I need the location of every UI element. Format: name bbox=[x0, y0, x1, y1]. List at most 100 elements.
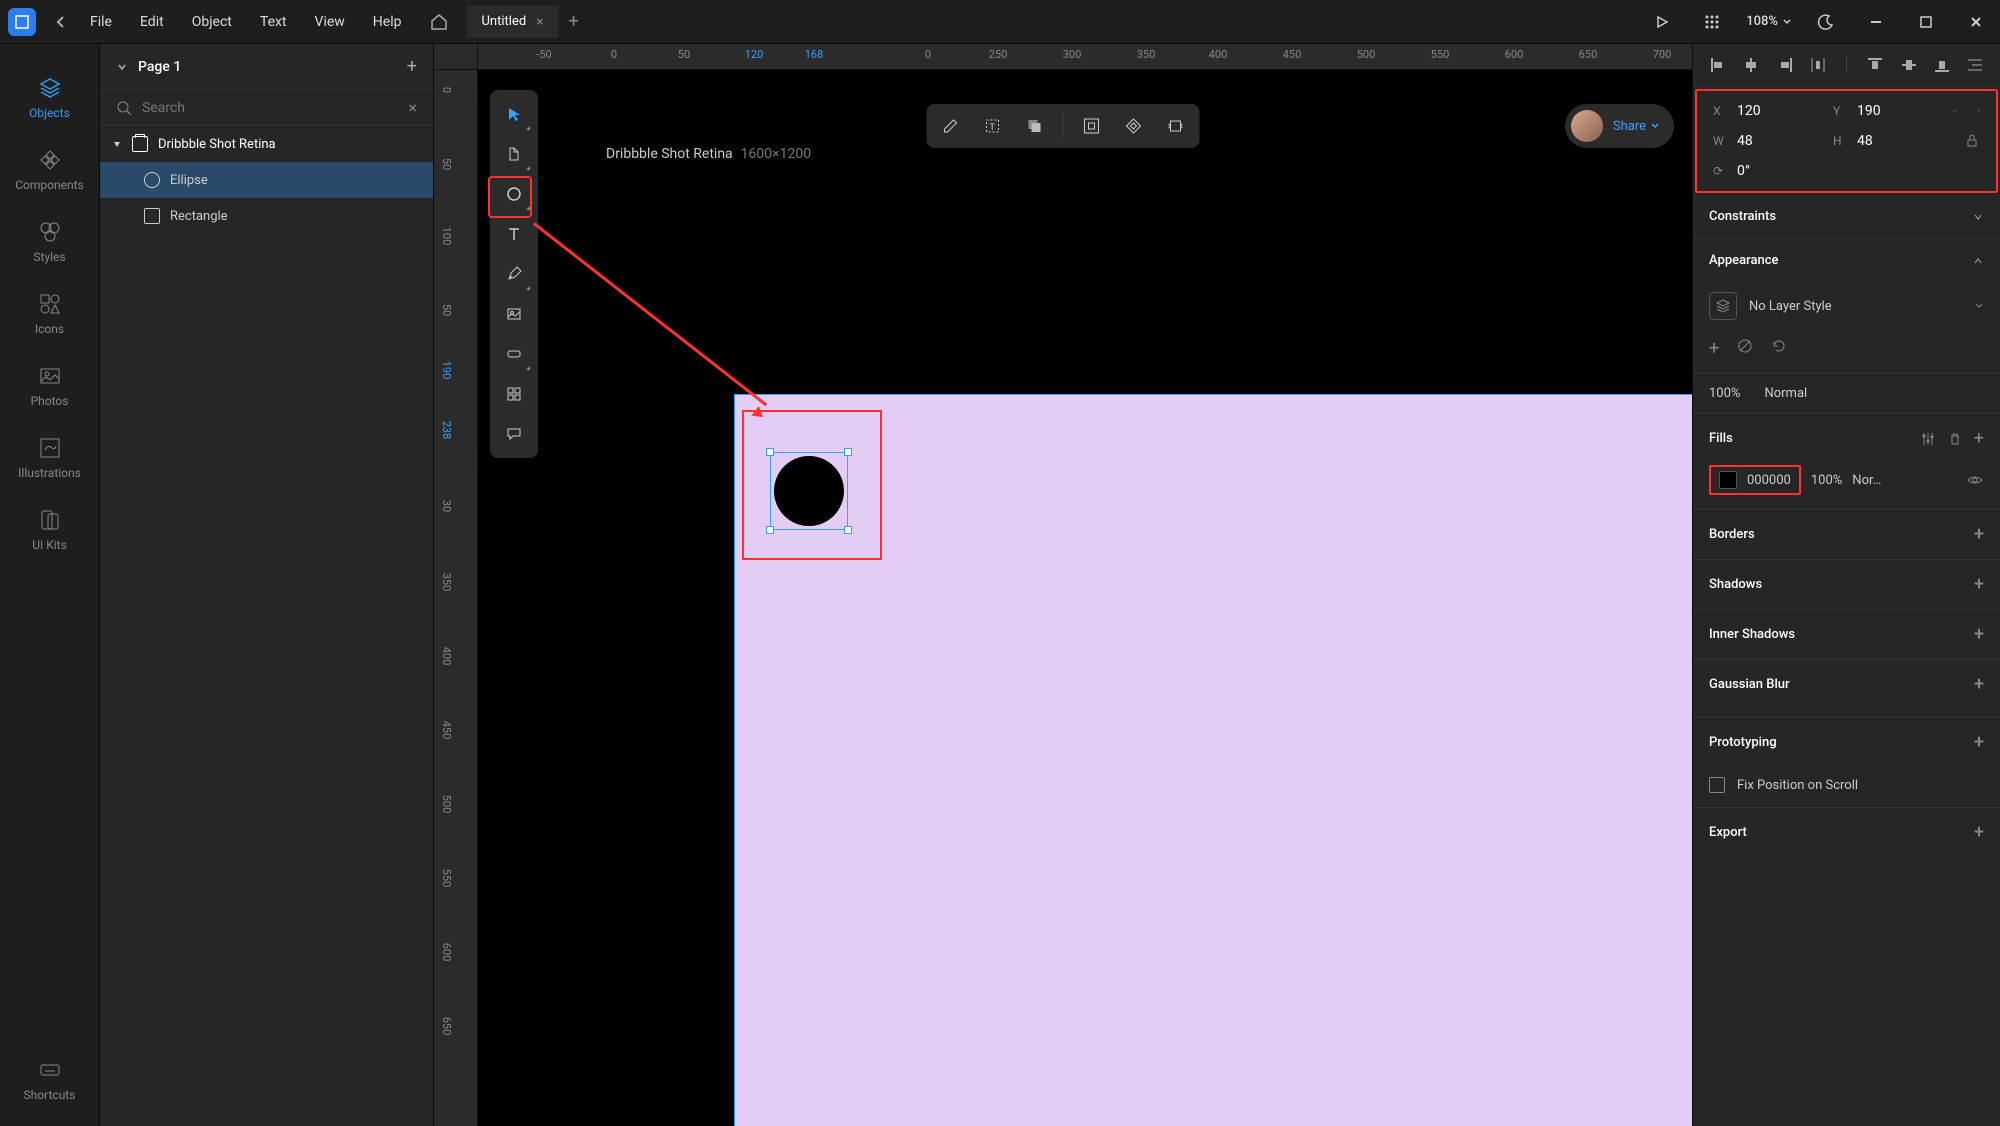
chevron-down-icon bbox=[1782, 18, 1792, 26]
sidebar-item-illustrations[interactable]: Illustrations bbox=[0, 422, 99, 494]
align-right-icon[interactable] bbox=[1776, 56, 1794, 74]
home-icon[interactable] bbox=[423, 6, 455, 38]
layer-ellipse[interactable]: Ellipse bbox=[100, 162, 433, 198]
canvas-viewport[interactable]: Dribbble Shot Retina 1600×1200 bbox=[478, 70, 1692, 1126]
fill-settings-icon[interactable] bbox=[1920, 431, 1936, 447]
prototyping-section[interactable]: Prototyping+ bbox=[1693, 717, 2000, 767]
flip-h-icon[interactable] bbox=[1953, 103, 1957, 119]
fix-scroll-checkbox[interactable] bbox=[1709, 777, 1725, 793]
annotation-arrow bbox=[533, 222, 767, 406]
constraints-header[interactable]: Constraints bbox=[1693, 195, 2000, 238]
align-hcenter-icon[interactable] bbox=[1742, 56, 1760, 74]
maximize-icon[interactable] bbox=[1910, 6, 1942, 38]
align-left-icon[interactable] bbox=[1709, 56, 1727, 74]
layer-style-icon bbox=[1709, 292, 1737, 320]
sidebar-item-styles[interactable]: Styles bbox=[0, 206, 99, 278]
ellipse-icon bbox=[144, 172, 160, 188]
annotation-selection-highlight bbox=[742, 410, 882, 560]
borders-section[interactable]: Borders+ bbox=[1693, 509, 2000, 559]
fill-hex[interactable]: 000000 bbox=[1747, 473, 1791, 488]
sidebar-item-objects[interactable]: Objects bbox=[0, 62, 99, 134]
zoom-control[interactable]: 108% bbox=[1746, 14, 1792, 29]
menu-help[interactable]: Help bbox=[359, 10, 416, 34]
distribute-h-icon[interactable] bbox=[1809, 56, 1827, 74]
layer-rectangle[interactable]: Rectangle bbox=[100, 198, 433, 234]
ruler-horizontal: -500501201680250300350400450500550600650… bbox=[478, 44, 1692, 70]
layer-artboard[interactable]: Dribbble Shot Retina bbox=[100, 126, 433, 162]
layer-style-row[interactable]: No Layer Style bbox=[1693, 282, 2000, 330]
y-value[interactable]: 190 bbox=[1857, 103, 1881, 119]
canvas[interactable]: -500501201680250300350400450500550600650… bbox=[434, 44, 1692, 1126]
rotation-value[interactable]: 0° bbox=[1737, 163, 1750, 179]
blend-mode[interactable]: Normal bbox=[1764, 386, 1807, 401]
add-style-icon[interactable]: + bbox=[1709, 338, 1719, 359]
expand-icon[interactable] bbox=[112, 139, 122, 149]
artboard-icon bbox=[132, 136, 148, 152]
page-name[interactable]: Page 1 bbox=[138, 59, 397, 75]
sidebar-item-photos[interactable]: Photos bbox=[0, 350, 99, 422]
chevron-down-icon[interactable] bbox=[1974, 302, 1984, 310]
x-value[interactable]: 120 bbox=[1737, 103, 1761, 119]
menu-object[interactable]: Object bbox=[178, 10, 246, 34]
fill-blend[interactable]: Nor… bbox=[1852, 473, 1881, 488]
clear-search-icon[interactable]: × bbox=[408, 98, 417, 117]
fill-entry: 000000 100% Nor… bbox=[1693, 457, 2000, 509]
properties-panel: X120 Y190 W48 H48 ⟳0° Constraints Appear… bbox=[1692, 44, 2000, 1126]
sidebar-item-components[interactable]: Components bbox=[0, 134, 99, 206]
refresh-style-icon[interactable] bbox=[1771, 338, 1787, 354]
app-logo[interactable] bbox=[8, 8, 36, 36]
document-tab[interactable]: Untitled × bbox=[467, 6, 557, 38]
menu-file[interactable]: File bbox=[76, 10, 126, 34]
align-vcenter-icon[interactable] bbox=[1900, 56, 1918, 74]
add-page-button[interactable]: + bbox=[407, 56, 417, 77]
theme-toggle-icon[interactable] bbox=[1810, 6, 1842, 38]
export-section[interactable]: Export+ bbox=[1693, 807, 2000, 857]
chevron-down-icon[interactable] bbox=[116, 61, 128, 73]
minimize-icon[interactable] bbox=[1860, 6, 1892, 38]
add-fill-button[interactable]: + bbox=[1974, 428, 1984, 449]
close-window-icon[interactable] bbox=[1960, 6, 1992, 38]
visibility-icon[interactable] bbox=[1966, 473, 1984, 487]
menu-edit[interactable]: Edit bbox=[126, 10, 178, 34]
tab-title: Untitled bbox=[481, 14, 526, 29]
flip-v-icon[interactable] bbox=[1977, 103, 1981, 119]
fill-opacity[interactable]: 100% bbox=[1811, 473, 1842, 488]
fills-label: Fills bbox=[1709, 431, 1920, 446]
distribute-v-icon[interactable] bbox=[1966, 56, 1984, 74]
top-menu-bar: File Edit Object Text View Help Untitled… bbox=[0, 0, 2000, 44]
new-tab-button[interactable]: + bbox=[558, 6, 590, 38]
fill-swatch[interactable] bbox=[1719, 471, 1737, 489]
ruler-vertical: 0501005019023830350400450500550600650 bbox=[434, 70, 478, 1126]
menu-view[interactable]: View bbox=[301, 10, 359, 34]
shadows-section[interactable]: Shadows+ bbox=[1693, 559, 2000, 609]
artboard-label[interactable]: Dribbble Shot Retina 1600×1200 bbox=[606, 146, 811, 162]
grid-icon[interactable] bbox=[1696, 6, 1728, 38]
sidebar-item-uikits[interactable]: UI Kits bbox=[0, 494, 99, 566]
menu-text[interactable]: Text bbox=[246, 10, 301, 34]
rectangle-icon bbox=[144, 208, 160, 224]
sidebar-item-icons[interactable]: Icons bbox=[0, 278, 99, 350]
align-bottom-icon[interactable] bbox=[1933, 56, 1951, 74]
appearance-header[interactable]: Appearance bbox=[1693, 239, 2000, 282]
back-button[interactable] bbox=[44, 6, 76, 38]
search-icon bbox=[116, 100, 132, 116]
align-top-icon[interactable] bbox=[1866, 56, 1884, 74]
height-value[interactable]: 48 bbox=[1857, 133, 1873, 149]
align-controls bbox=[1693, 44, 2000, 87]
layer-search-input[interactable] bbox=[142, 100, 398, 116]
blur-section[interactable]: Gaussian Blur+ bbox=[1693, 659, 2000, 709]
sidebar-item-shortcuts[interactable]: Shortcuts bbox=[0, 1044, 99, 1116]
close-tab-icon[interactable]: × bbox=[536, 14, 543, 30]
layers-panel: Page 1 + × Dribbble Shot Retina Ellipse … bbox=[100, 44, 434, 1126]
chevron-down-icon bbox=[1972, 211, 1984, 223]
inner-shadows-section[interactable]: Inner Shadows+ bbox=[1693, 609, 2000, 659]
detach-style-icon[interactable] bbox=[1737, 338, 1753, 354]
width-value[interactable]: 48 bbox=[1737, 133, 1753, 149]
chevron-up-icon bbox=[1972, 255, 1984, 267]
opacity-value[interactable]: 100% bbox=[1709, 386, 1740, 401]
play-icon[interactable] bbox=[1646, 6, 1678, 38]
geometry-section: X120 Y190 W48 H48 ⟳0° bbox=[1695, 89, 1998, 193]
delete-fill-icon[interactable] bbox=[1948, 432, 1962, 446]
lock-aspect-icon[interactable] bbox=[1964, 133, 1980, 149]
fix-scroll-row[interactable]: Fix Position on Scroll bbox=[1693, 767, 2000, 807]
